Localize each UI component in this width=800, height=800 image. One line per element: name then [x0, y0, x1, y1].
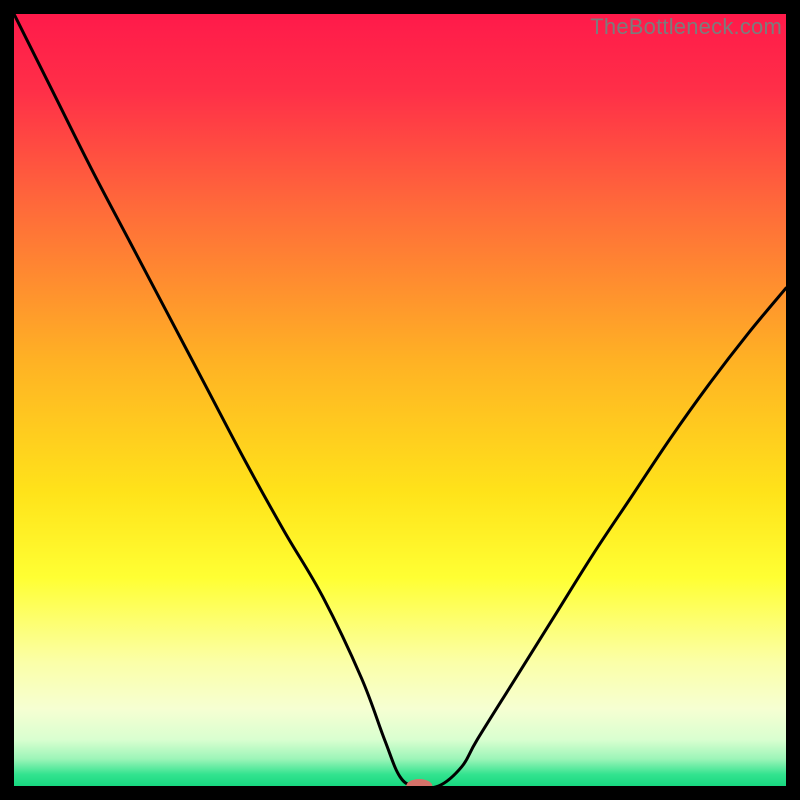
- chart-frame: TheBottleneck.com: [14, 14, 786, 786]
- watermark-text: TheBottleneck.com: [590, 14, 782, 40]
- bottleneck-chart: [14, 14, 786, 786]
- gradient-background: [14, 14, 786, 786]
